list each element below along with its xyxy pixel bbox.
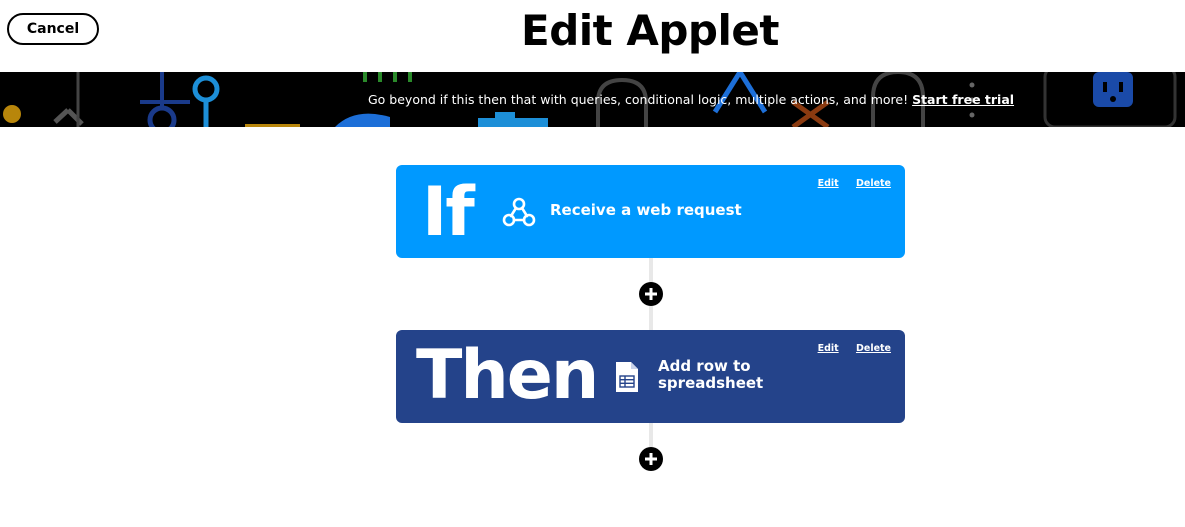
action-label: Add row to spreadsheet (658, 357, 764, 392)
trigger-label: Receive a web request (550, 201, 742, 219)
action-card[interactable]: Then Add row to spreadsheet Edit Delete (396, 330, 905, 423)
trigger-card[interactable]: If Receive a web request Edit Delete (396, 165, 905, 258)
add-step-button-end[interactable] (639, 447, 663, 471)
add-step-button[interactable] (639, 282, 663, 306)
start-free-trial-link[interactable]: Start free trial (912, 92, 1014, 107)
flow-connector-end (649, 423, 653, 447)
then-keyword: Then (416, 336, 599, 415)
delete-action-link[interactable]: Delete (856, 343, 891, 354)
upgrade-banner: Go beyond if this then that with queries… (0, 72, 1185, 127)
page-title: Edit Applet (521, 6, 779, 55)
webhook-icon (502, 195, 536, 233)
top-bar: Cancel Edit Applet (0, 0, 1185, 72)
banner-message: Go beyond if this then that with queries… (368, 92, 1014, 107)
trigger-actions: Edit Delete (804, 178, 891, 189)
if-keyword: If (422, 173, 475, 252)
edit-trigger-link[interactable]: Edit (818, 178, 839, 189)
action-actions: Edit Delete (804, 343, 891, 354)
delete-trigger-link[interactable]: Delete (856, 178, 891, 189)
edit-action-link[interactable]: Edit (818, 343, 839, 354)
spreadsheet-icon (614, 360, 640, 398)
banner-text: Go beyond if this then that with queries… (368, 92, 909, 107)
